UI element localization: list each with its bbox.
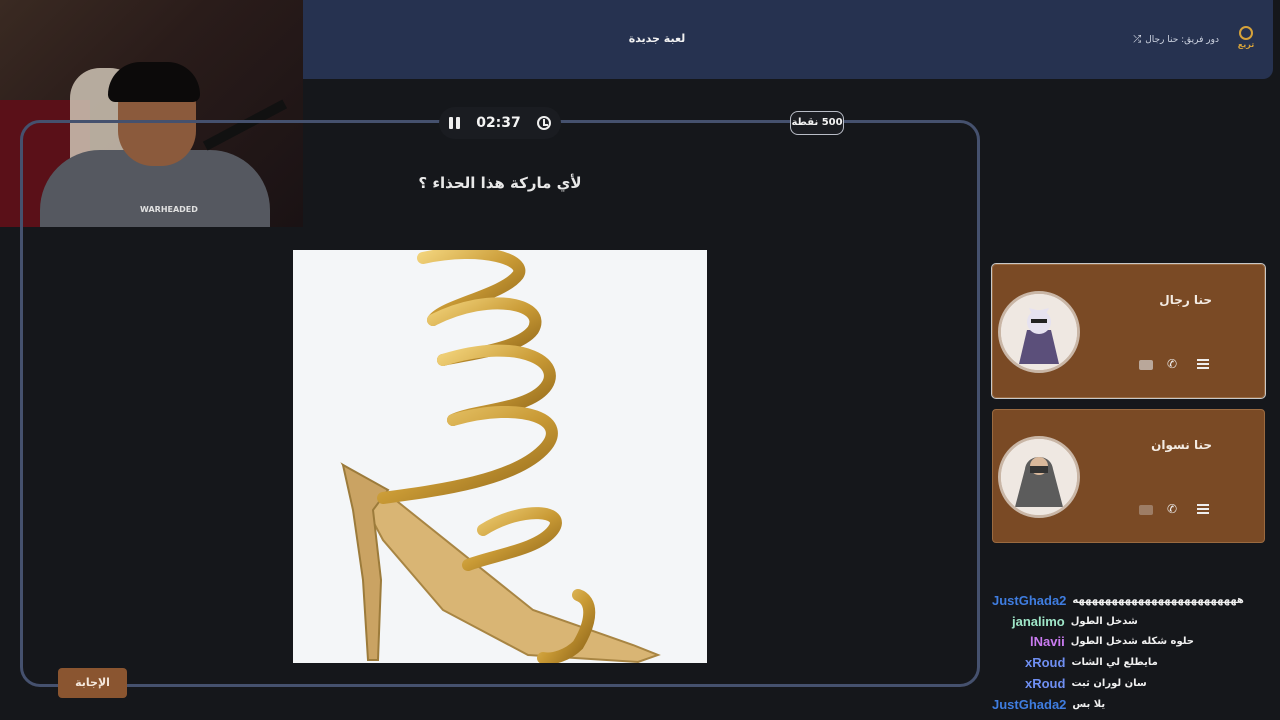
stream-chat: JustGhada2 هههههههههههههههههههههههههه jana… [992,590,1272,715]
avatar-image [1001,439,1077,515]
team-tools: ✆ [1139,502,1209,516]
chat-username: janalimo [1012,613,1065,629]
logo-text: تريع [1237,40,1255,49]
turn-label: دور فريق: حنا رجال [1145,34,1219,45]
chat-username: JustGhada2 [992,592,1067,608]
chat-text: مايطلع لي الشات [1071,657,1158,669]
timer-display: 02:37 [476,115,521,131]
chat-username: lNavii [1030,634,1065,650]
list-icon[interactable] [1195,357,1209,371]
question-text: لأي ماركة هذا الحذاء ؟ [418,174,582,192]
shuffle-icon[interactable]: ⤮ [1133,34,1141,45]
team-name: حنا رجال [1159,293,1212,307]
avatar-image [1001,294,1077,370]
show-answer-button[interactable]: الإجابة [58,668,127,698]
team-name: حنا نسوان [1151,438,1212,452]
flag-icon[interactable] [1139,505,1153,515]
question-image [293,250,707,663]
timer-control: 02:37 [439,107,561,139]
chat-text: حلوه شكله شدخل الطول [1070,636,1195,648]
chat-message: lNavii حلوه شكله شدخل الطول [992,632,1272,653]
logo-mark [1239,26,1253,40]
history-icon[interactable] [536,116,551,130]
new-game-button[interactable]: لعبة جديدة [620,32,694,45]
team-card-men[interactable]: حنا رجال ✆ [991,263,1266,399]
chat-username: xRoud [1025,676,1066,692]
flag-icon[interactable] [1139,360,1153,370]
list-icon[interactable] [1195,502,1209,516]
phone-icon[interactable]: ✆ [1167,357,1181,371]
team-card-women[interactable]: حنا نسوان ✆ [992,409,1265,543]
chat-text: شدخل الطول [1070,615,1138,627]
turn-indicator: دور فريق: حنا رجال ⤮ [1133,34,1219,45]
team-avatar-women [998,436,1080,518]
webcam-hair [108,62,200,102]
points-badge: 500 نقطة [790,111,844,135]
chat-text: هههههههههههههههههههههههههه [1072,594,1244,606]
team-avatar-men [998,291,1080,373]
chat-message: janalimo شدخل الطول [992,611,1272,632]
chat-message: xRoud مايطلع لي الشات [992,652,1272,673]
app-logo[interactable]: تريع [1235,26,1257,54]
phone-icon[interactable]: ✆ [1167,502,1181,516]
chat-username: xRoud [1025,655,1066,671]
chat-message: xRoud سان لوران ثبت [992,673,1272,694]
chat-text: سان لوران ثبت [1071,678,1147,690]
golden-heel-image [340,250,661,663]
chat-message: JustGhada2 يلا بس [992,694,1272,715]
chat-message: JustGhada2 هههههههههههههههههههههههههه [992,590,1272,611]
chat-text: يلا بس [1072,698,1106,710]
team-tools: ✆ [1139,357,1209,371]
pause-icon[interactable] [449,117,460,129]
chat-username: JustGhada2 [992,696,1067,712]
